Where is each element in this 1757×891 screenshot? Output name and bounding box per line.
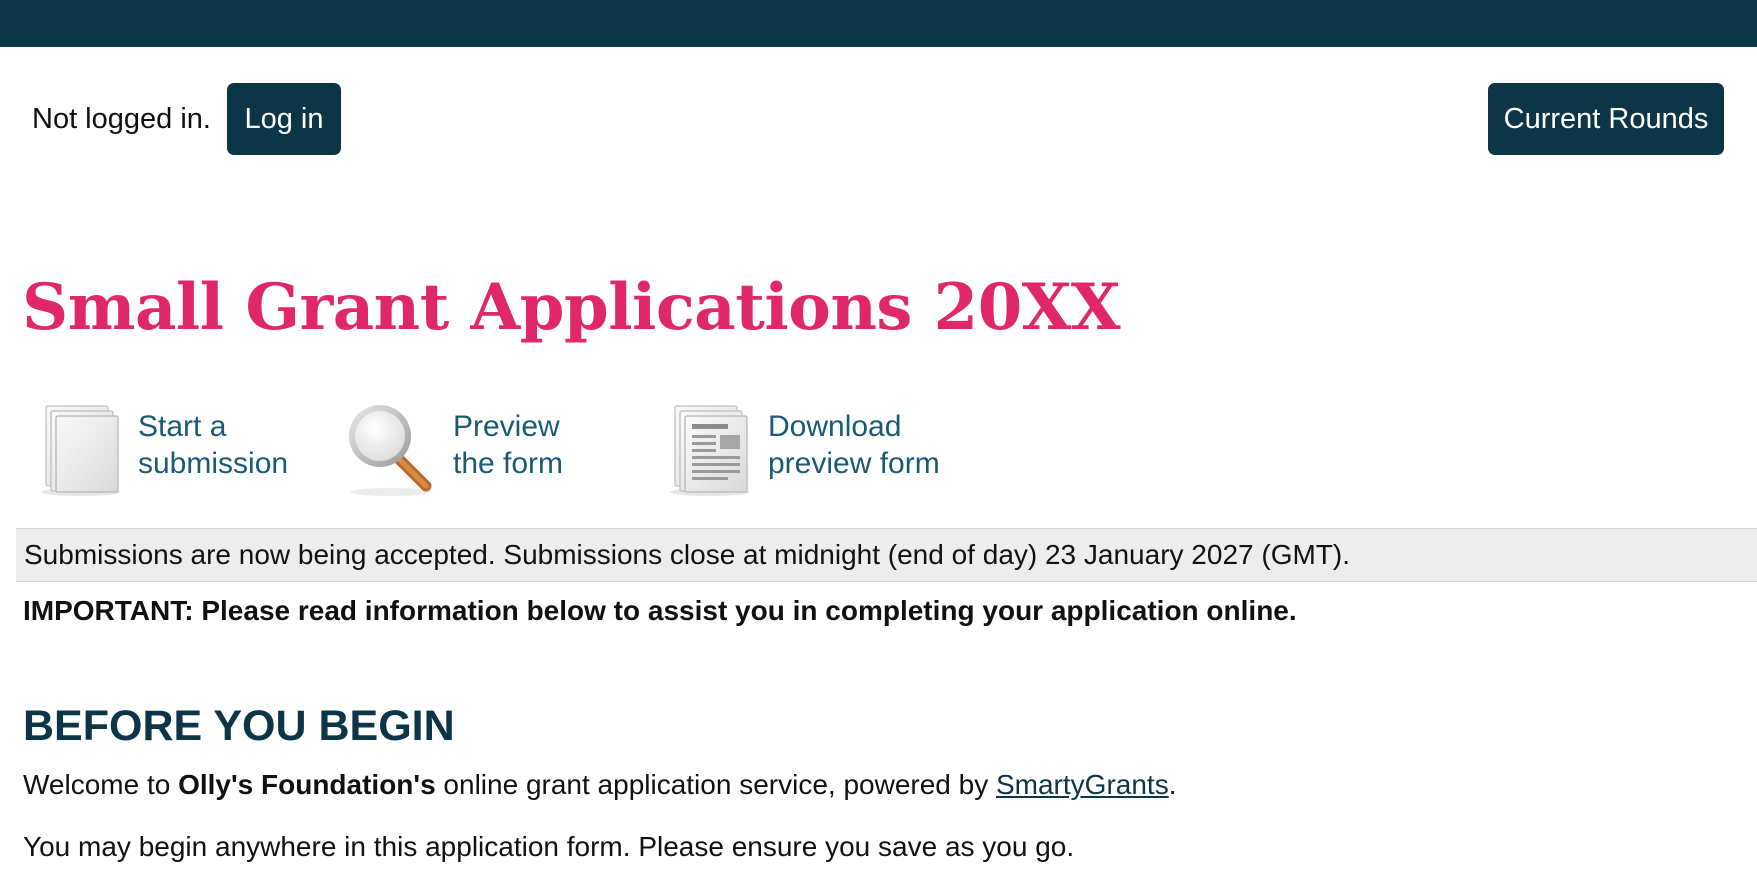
download-preview-label-line2[interactable]: preview form — [768, 445, 940, 482]
start-submission-label-line1[interactable]: Start a — [138, 408, 226, 445]
welcome-prefix: Welcome to — [23, 769, 179, 800]
top-bar — [0, 0, 1757, 47]
start-submission-action[interactable]: Start a submission — [36, 398, 306, 502]
document-stack-icon — [36, 398, 126, 503]
welcome-middle: online grant application service, powere… — [435, 769, 996, 800]
preview-form-label-line2[interactable]: the form — [453, 445, 563, 482]
document-preview-icon — [665, 398, 755, 503]
download-preview-label-line1[interactable]: Download — [768, 408, 901, 445]
login-button[interactable]: Log in — [227, 83, 341, 155]
important-notice: IMPORTANT: Please read information below… — [23, 595, 1297, 626]
start-submission-label-line2[interactable]: submission — [138, 445, 288, 482]
instructions-paragraph: You may begin anywhere in this applicati… — [23, 831, 1075, 862]
magnifier-icon — [340, 398, 440, 503]
section-heading: BEFORE YOU BEGIN — [23, 702, 455, 750]
smartygrants-link[interactable]: SmartyGrants — [996, 769, 1169, 800]
submission-status-text: Submissions are now being accepted. Subm… — [24, 539, 1351, 570]
welcome-paragraph: Welcome to Olly's Foundation's online gr… — [23, 766, 1176, 804]
current-rounds-button[interactable]: Current Rounds — [1488, 83, 1724, 155]
download-preview-action[interactable]: Download preview form — [665, 398, 955, 502]
page-title: Small Grant Applications 20XX — [22, 270, 1121, 345]
preview-form-label-line1[interactable]: Preview — [453, 408, 560, 445]
organisation-name: Olly's Foundation's — [178, 769, 436, 800]
submission-status-bar: Submissions are now being accepted. Subm… — [16, 528, 1757, 582]
preview-form-action[interactable]: Preview the form — [340, 398, 590, 502]
login-status-text: Not logged in. — [32, 103, 211, 135]
welcome-suffix: . — [1168, 769, 1177, 800]
